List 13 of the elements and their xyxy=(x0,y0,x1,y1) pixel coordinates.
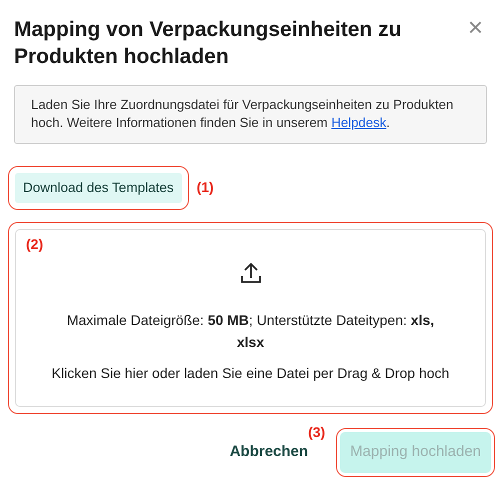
upload-icon xyxy=(240,262,262,284)
close-button[interactable]: × xyxy=(464,14,487,40)
info-text: Laden Sie Ihre Zuordnungsdatei für Verpackungseinheiten zu Produkten hoch. Weitere Informationen finden Sie in unserem Helpdesk. xyxy=(14,84,487,144)
annotation-label: (3) xyxy=(308,423,326,442)
annotation-label: (1) xyxy=(196,178,214,198)
cancel-button[interactable]: Abbrechen xyxy=(226,441,312,464)
limits-text: Maximale Dateigröße: 50 MB; Unterstützte Dateitypen: xls, xlsx xyxy=(66,310,436,352)
annotation-label: (2) xyxy=(26,234,44,254)
download-template-button[interactable]: Download des Templates xyxy=(15,172,182,203)
dropzone-hint: Klicken Sie hier oder laden Sie eine Datei per Drag & Drop hoch xyxy=(50,364,450,384)
dialog-title: Mapping von Verpackungseinheiten zu Produkten hochladen xyxy=(14,17,402,70)
dropzone[interactable]: (2) Maximale Dateigröße: 50 MB; Unterstützte Dateitypen: xls, xlsx Klicken Sie hier oder laden Sie eine Datei per Drag & Drop hoch xyxy=(15,228,486,408)
helpdesk-link[interactable]: Helpdesk xyxy=(331,115,386,130)
